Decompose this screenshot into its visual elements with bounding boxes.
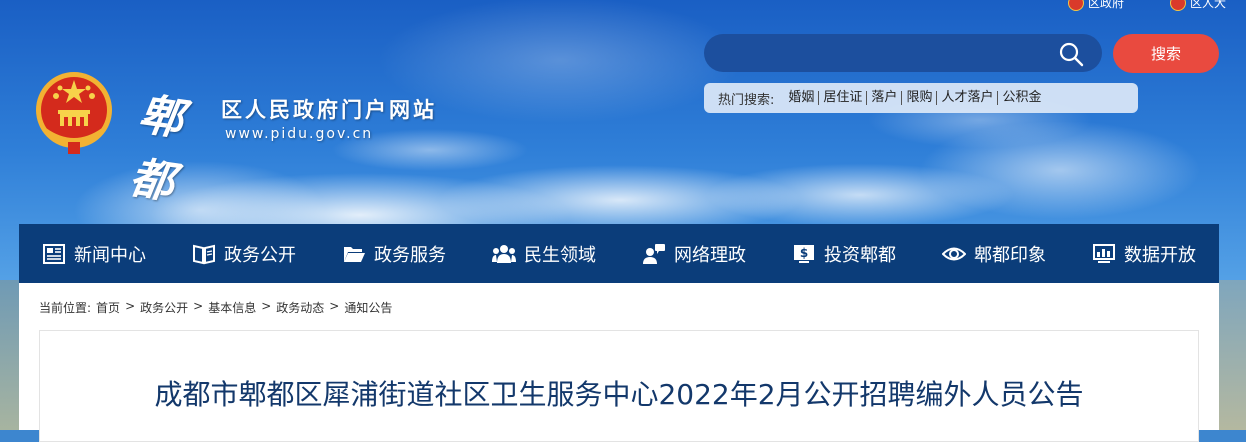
- nav-label: 新闻中心: [74, 244, 146, 266]
- emblem-icon: [1169, 0, 1186, 11]
- main-nav: 新闻中心 政务公开 政务服务 民生领域 网络理政 $ 投资郫都 郫都印象 数据开…: [19, 224, 1219, 283]
- breadcrumb-separator: >: [193, 299, 204, 313]
- hot-keyword[interactable]: 落户: [866, 91, 901, 105]
- breadcrumb-home[interactable]: 首页: [96, 299, 120, 316]
- nav-label: 投资郫都: [824, 244, 896, 266]
- emblem-icon: [1067, 0, 1084, 11]
- hot-keyword[interactable]: 限购: [901, 91, 936, 105]
- nav-item-gov-services[interactable]: 政务服务: [319, 224, 469, 283]
- breadcrumb: 当前位置: 首页 > 政务公开 > 基本信息 > 政务动态 > 通知公告: [39, 299, 392, 316]
- article-panel: 成都市郫都区犀浦街道社区卫生服务中心2022年2月公开招聘编外人员公告: [39, 330, 1199, 442]
- breadcrumb-separator: >: [125, 299, 136, 313]
- nav-label: 政务服务: [374, 244, 446, 266]
- banner-city-left: [0, 280, 20, 430]
- search-box: [704, 34, 1102, 72]
- site-url: www.pidu.gov.cn: [225, 126, 374, 142]
- people-icon: [492, 244, 516, 263]
- search-icon[interactable]: [1058, 41, 1084, 67]
- nav-label: 网络理政: [674, 244, 746, 266]
- nav-label: 郫都印象: [974, 244, 1046, 266]
- chat-user-icon: [643, 243, 665, 264]
- nav-item-livelihood[interactable]: 民生领域: [469, 224, 619, 283]
- hot-keyword[interactable]: 人才落户: [936, 91, 997, 105]
- breadcrumb-prefix: 当前位置:: [39, 301, 92, 315]
- search-button[interactable]: 搜索: [1113, 34, 1219, 73]
- top-links: 区政府 区人大: [1067, 0, 1226, 11]
- hot-keyword[interactable]: 公积金: [997, 91, 1045, 105]
- breadcrumb-basic-info[interactable]: 基本信息: [208, 299, 256, 316]
- site-title: 区人民政府门户网站: [221, 97, 437, 122]
- nav-item-open-data[interactable]: 数据开放: [1069, 224, 1219, 283]
- book-icon: [193, 244, 215, 264]
- top-link-label: 区政府: [1087, 0, 1124, 10]
- nav-item-online-governance[interactable]: 网络理政: [619, 224, 769, 283]
- breadcrumb-separator: >: [261, 299, 272, 313]
- banner-city-right: [1219, 280, 1246, 430]
- nav-label: 政务公开: [224, 244, 296, 266]
- data-icon: [1093, 243, 1115, 263]
- dollar-icon: $: [794, 244, 814, 263]
- hot-keyword[interactable]: 婚姻: [784, 91, 818, 105]
- top-link-label: 区人大: [1189, 0, 1226, 10]
- breadcrumb-gov-news[interactable]: 政务动态: [276, 299, 324, 316]
- nav-item-impression[interactable]: 郫都印象: [919, 224, 1069, 283]
- nav-item-gov-affairs[interactable]: 政务公开: [169, 224, 319, 283]
- hot-search-bar: 热门搜索: 婚姻 居住证 落户 限购 人才落户 公积金: [704, 83, 1138, 113]
- hot-search-label: 热门搜索:: [718, 92, 775, 108]
- nav-label: 民生领域: [524, 244, 596, 266]
- search-input[interactable]: [720, 38, 1044, 70]
- top-link-district-congress[interactable]: 区人大: [1169, 0, 1226, 11]
- main-content: 当前位置: 首页 > 政务公开 > 基本信息 > 政务动态 > 通知公告 成都市…: [19, 283, 1219, 442]
- folder-icon: [344, 246, 365, 262]
- national-emblem-logo[interactable]: [34, 70, 114, 156]
- hot-keyword[interactable]: 居住证: [818, 91, 866, 105]
- nav-item-news[interactable]: 新闻中心: [19, 224, 169, 283]
- top-link-district-gov[interactable]: 区政府: [1067, 0, 1124, 11]
- breadcrumb-gov-affairs[interactable]: 政务公开: [140, 299, 188, 316]
- svg-text:$: $: [800, 246, 808, 260]
- nav-item-invest[interactable]: $ 投资郫都: [769, 224, 919, 283]
- newspaper-icon: [43, 243, 65, 264]
- breadcrumb-notices[interactable]: 通知公告: [344, 299, 392, 316]
- nav-label: 数据开放: [1124, 244, 1196, 266]
- breadcrumb-separator: >: [329, 299, 340, 313]
- article-title: 成都市郫都区犀浦街道社区卫生服务中心2022年2月公开招聘编外人员公告: [154, 378, 1084, 411]
- eye-icon: [942, 247, 966, 260]
